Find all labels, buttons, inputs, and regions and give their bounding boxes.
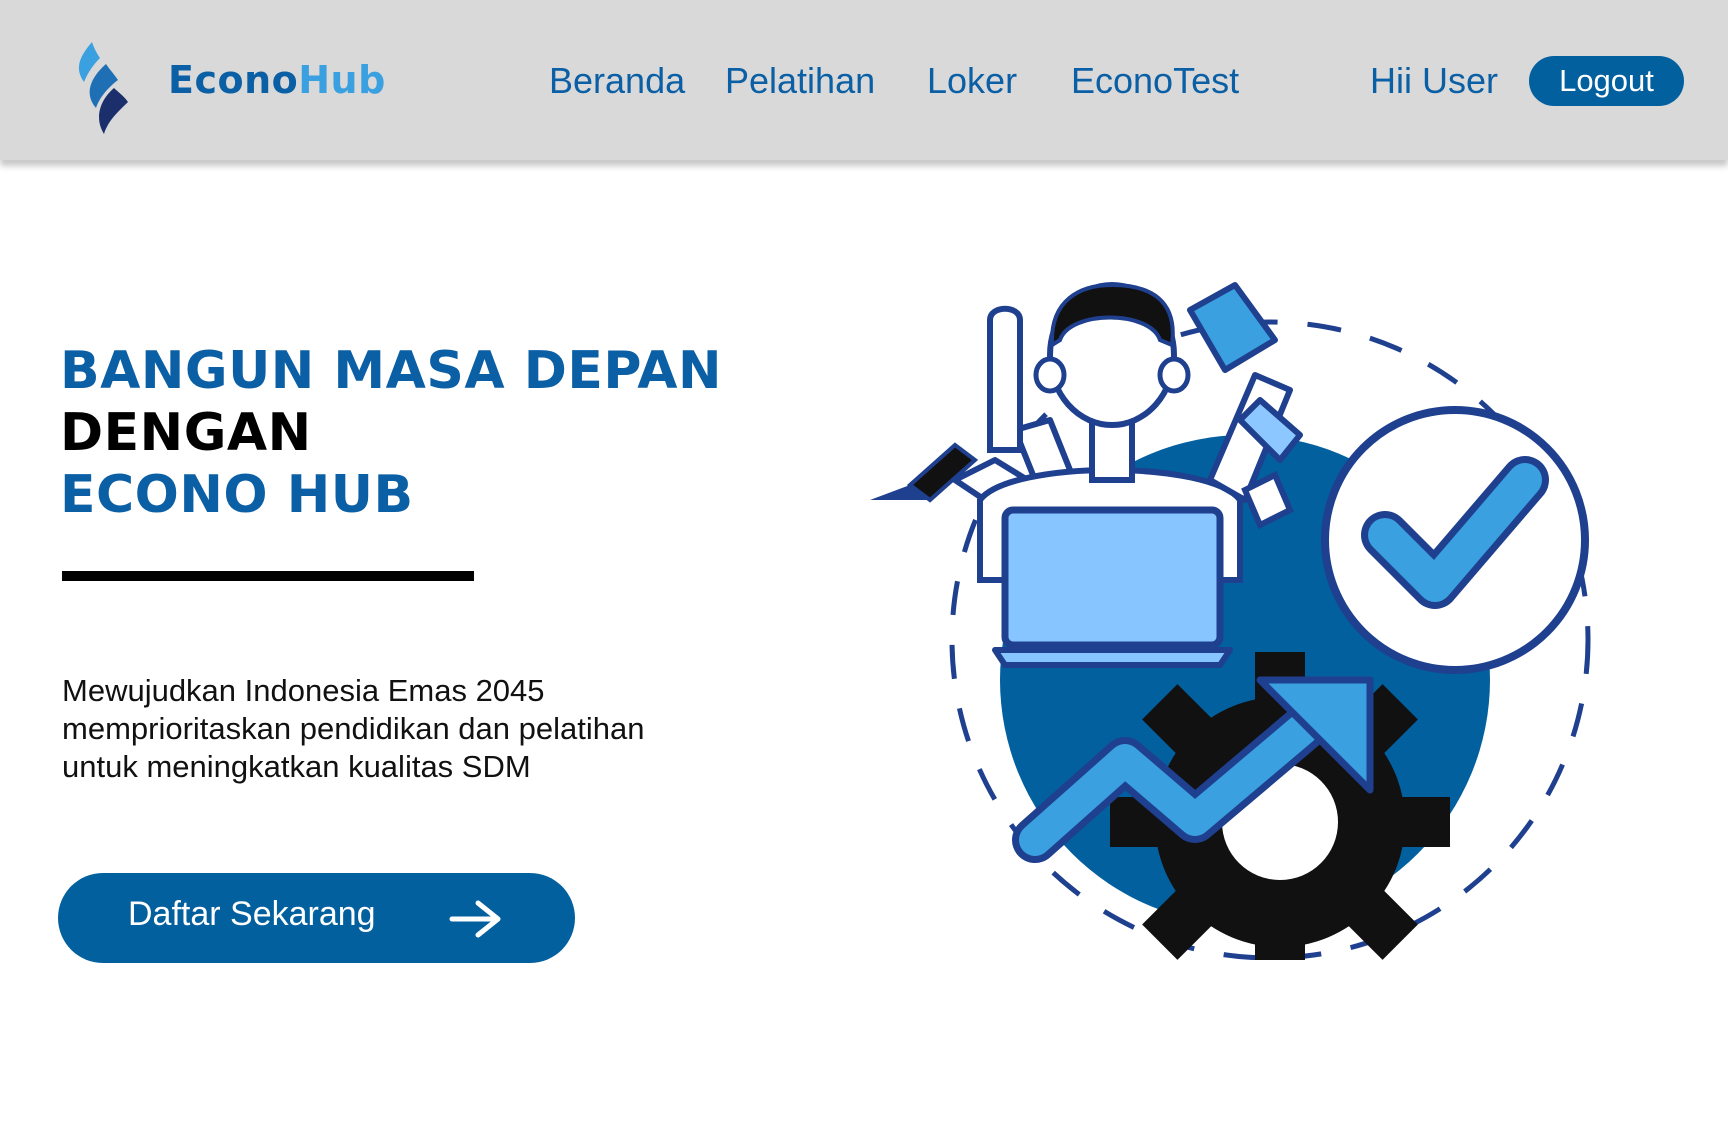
arrow-right-icon <box>449 900 501 938</box>
hero-description-line3: untuk meningkatkan kualitas SDM <box>62 749 531 784</box>
hero-illustration <box>870 282 1591 960</box>
brand-part2: Hub <box>298 58 386 102</box>
hero-title: BANGUN MASA DEPAN DENGAN ECONO HUB <box>60 340 722 526</box>
hero-title-line3: ECONO HUB <box>60 465 414 525</box>
title-divider <box>62 571 474 581</box>
nav-link-loker[interactable]: Loker <box>927 60 1017 102</box>
hero-description: Mewujudkan Indonesia Emas 2045 mempriori… <box>62 672 702 786</box>
logout-button[interactable]: Logout <box>1529 56 1684 106</box>
navbar: EconoHub Beranda Pelatihan Loker EconoTe… <box>0 0 1728 160</box>
hero-title-line2: DENGAN <box>60 403 312 463</box>
brand-part1: Econo <box>168 58 299 102</box>
nav-link-econotest[interactable]: EconoTest <box>1071 60 1239 102</box>
nav-link-pelatihan[interactable]: Pelatihan <box>725 60 875 102</box>
hero-title-line1: BANGUN MASA DEPAN <box>60 341 723 401</box>
nav-link-beranda[interactable]: Beranda <box>549 60 685 102</box>
register-now-button[interactable]: Daftar Sekarang <box>58 873 575 963</box>
brand-name: EconoHub <box>168 58 386 102</box>
hero-description-line2: memprioritaskan pendidikan dan pelatihan <box>62 711 645 746</box>
register-now-label: Daftar Sekarang <box>128 895 376 933</box>
logo[interactable]: EconoHub <box>70 38 385 138</box>
user-greeting: Hii User <box>1370 60 1499 101</box>
flame-logo-icon <box>78 42 128 134</box>
hero-description-line1: Mewujudkan Indonesia Emas 2045 <box>62 673 545 708</box>
